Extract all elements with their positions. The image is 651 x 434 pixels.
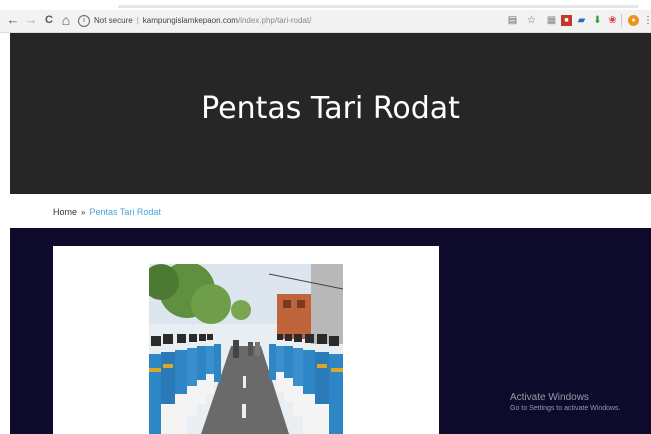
watermark-title: Activate Windows <box>510 392 589 403</box>
forward-arrow-icon[interactable]: → <box>24 13 38 27</box>
parade-image <box>149 264 343 434</box>
page-left-edge <box>0 33 10 434</box>
article-card <box>53 246 439 434</box>
browser-toolbar: ← → C ⌂ i Not secure | kampungislamkepaon.c… <box>0 10 651 33</box>
watermark-subtitle: Go to Settings to activate Windows. <box>510 405 621 412</box>
paw-extension-icon[interactable]: ❀ <box>607 15 618 26</box>
top-strip-line <box>118 5 638 8</box>
url-domain: kampungislamkepaon.com <box>142 16 238 25</box>
page-header: Pentas Tari Rodat <box>10 33 651 194</box>
url-path: /index.php/tari-rodat/ <box>237 16 312 25</box>
breadcrumb: Home » Pentas Tari Rodat <box>53 206 161 219</box>
breadcrumb-bar: Home » Pentas Tari Rodat <box>10 194 651 228</box>
breadcrumb-current[interactable]: Pentas Tari Rodat <box>89 207 160 217</box>
address-separator: | <box>136 16 139 25</box>
browser-menu-icon[interactable]: ⋮ <box>643 15 651 26</box>
breadcrumb-home-link[interactable]: Home <box>53 207 77 217</box>
toolbar-divider <box>621 14 622 27</box>
translate-icon[interactable]: ▤ <box>507 15 518 26</box>
back-arrow-icon[interactable]: ← <box>6 13 20 27</box>
info-icon[interactable]: i <box>78 14 90 27</box>
address-bar[interactable]: i Not secure | kampungislamkepaon.com/index… <box>78 13 488 29</box>
activate-windows-watermark: Activate Windows Go to Settings to activ… <box>510 391 621 414</box>
security-label: Not secure <box>94 16 133 25</box>
download-extension-icon[interactable]: ⬇ <box>592 15 603 26</box>
video-extension-icon[interactable]: ▰ <box>576 15 587 26</box>
reload-icon[interactable]: C <box>42 13 56 27</box>
pdf-extension-icon[interactable]: ■ <box>561 15 572 26</box>
profile-avatar-icon[interactable]: ● <box>628 15 639 26</box>
page-title: Pentas Tari Rodat <box>201 91 460 126</box>
top-strip <box>0 0 651 10</box>
breadcrumb-separator: » <box>81 208 86 217</box>
bookmark-star-icon[interactable]: ☆ <box>526 15 537 26</box>
article-photo[interactable] <box>149 264 343 434</box>
home-icon[interactable]: ⌂ <box>59 13 73 27</box>
extension-grid-icon[interactable]: ▦ <box>546 15 557 26</box>
